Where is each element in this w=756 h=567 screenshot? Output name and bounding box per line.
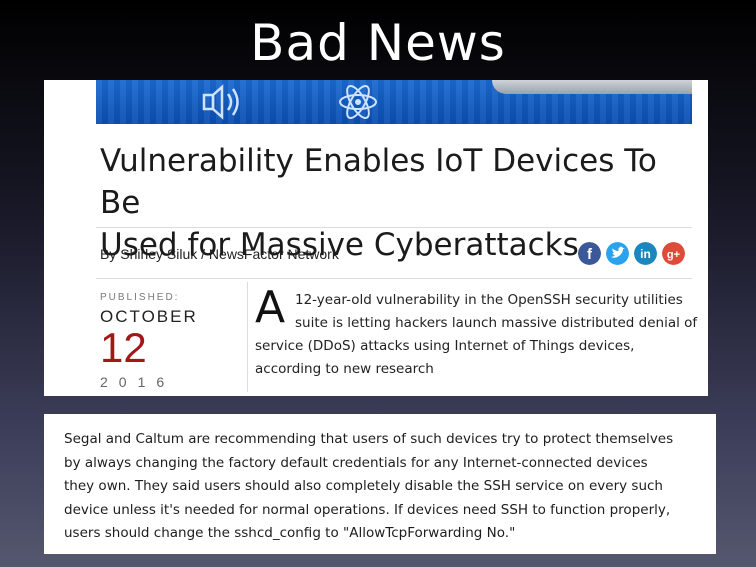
twitter-icon[interactable] [606, 242, 629, 265]
svg-text:g+: g+ [667, 249, 680, 261]
lede-line: 12-year-old vulnerability in the OpenSSH… [295, 292, 683, 308]
quote-line: Segal and Caltum are recommending that u… [64, 431, 674, 447]
facebook-icon[interactable]: f [578, 242, 601, 265]
quote-line: by always changing the factory default c… [64, 454, 648, 471]
headline-line: Vulnerability Enables IoT Devices To Be [100, 143, 657, 221]
linkedin-icon[interactable]: in [634, 242, 657, 265]
quote-line: device unless it's needed for normal ope… [64, 501, 671, 518]
published-year: 2016 [100, 374, 176, 390]
divider [96, 278, 692, 279]
article-lede: 12-year-old vulnerability in the OpenSSH… [255, 289, 698, 381]
divider [96, 227, 692, 228]
atom-icon [339, 85, 377, 119]
published-day: 12 [100, 324, 147, 371]
lede-line: according to new research [255, 361, 434, 377]
quote-box: Segal and Caltum are recommending that u… [44, 414, 716, 554]
byline[interactable]: By Shirley Siluk / NewsFactor Network [100, 246, 339, 262]
published-label: PUBLISHED: [100, 292, 180, 303]
article-screenshot: Vulnerability Enables IoT Devices To Be … [44, 80, 708, 396]
quote-line: users should change the sshcd_config to … [64, 525, 516, 541]
quote-text: Segal and Caltum are recommending that u… [64, 428, 714, 546]
article-banner-image [96, 80, 692, 124]
vertical-divider [247, 282, 248, 392]
lede-line: suite is letting hackers launch massive … [295, 315, 698, 331]
svg-text:in: in [640, 247, 651, 261]
lede-line: service (DDoS) attacks using Internet of… [255, 338, 635, 354]
slide-title: Bad News [250, 14, 506, 72]
device-illustration [492, 80, 692, 94]
google-plus-icon[interactable]: g+ [662, 242, 685, 265]
quote-line: they own. They said users should also co… [64, 478, 663, 494]
speaker-icon [202, 84, 239, 120]
